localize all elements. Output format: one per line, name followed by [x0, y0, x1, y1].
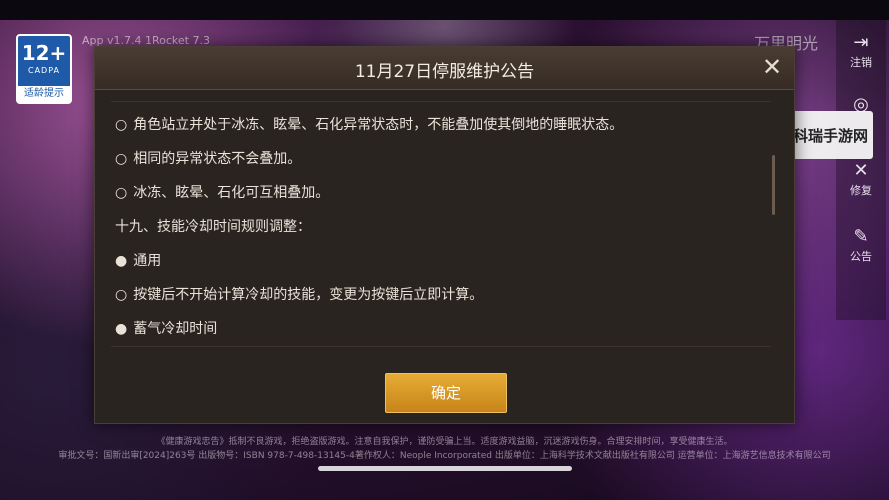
rating-org: CADPA	[27, 66, 60, 75]
status-bar	[0, 0, 889, 20]
age-tip: 适龄提示	[18, 86, 70, 102]
side-item-label: 注销	[850, 56, 872, 69]
dialog-header: 11月27日停服维护公告 ✕	[95, 47, 794, 90]
announcement-dialog: 11月27日停服维护公告 ✕ ○ 角色站立并处于冰冻、眩晕、石化异常状态时，不能叠…	[94, 46, 795, 424]
content-scrollbar[interactable]	[772, 155, 775, 215]
confirm-button[interactable]: 确定	[385, 373, 507, 413]
home-indicator[interactable]	[318, 466, 572, 471]
bullet-icon: ○	[115, 185, 128, 201]
announcement-line: ● 通用	[115, 250, 161, 270]
side-item-label: 修复	[850, 184, 872, 197]
bullet-icon: ○	[115, 287, 128, 303]
line-text: 冰冻、眩晕、石化可互相叠加。	[133, 185, 330, 201]
health-notice: 《健康游戏忠告》抵制不良游戏，拒绝盗版游戏。注意自我保护，谨防受骗上当。适度游戏…	[156, 437, 733, 447]
line-text: 十九、技能冷却时间规则调整：	[115, 219, 311, 235]
line-text: 通用	[133, 253, 162, 269]
line-text: 蓄气冷却时间	[133, 321, 218, 337]
close-icon: ✕	[761, 53, 783, 81]
line-text: 按键后不开始计算冷却的技能，变更为按键后立即计算。	[133, 287, 484, 303]
publication-info: 审批文号：国新出审[2024]263号 出版物号：ISBN 978-7-498-…	[58, 451, 831, 461]
announcement-line: ● 蓄气冷却时间	[115, 318, 217, 338]
announcement-line: ○ 角色站立并处于冰冻、眩晕、石化异常状态时，不能叠加使其倒地的睡眠状态。	[115, 114, 623, 134]
dialog-title: 11月27日停服维护公告	[354, 62, 535, 82]
close-button[interactable]: ✕	[758, 53, 786, 81]
side-item-announce[interactable]: ✎ 公告	[836, 226, 886, 264]
line-text: 角色站立并处于冰冻、眩晕、石化异常状态时，不能叠加使其倒地的睡眠状态。	[133, 117, 624, 133]
bullet-icon: ●	[115, 253, 128, 269]
age-rating: 12+	[21, 41, 67, 65]
age-rating-badge: 12+ CADPA 适龄提示	[16, 34, 72, 104]
announce-icon: ✎	[853, 226, 869, 247]
announcement-heading: 十九、技能冷却时间规则调整：	[115, 216, 311, 236]
bullet-icon: ○	[115, 117, 128, 133]
announcement-line: ○ 相同的异常状态不会叠加。	[115, 148, 301, 168]
logout-icon: ⇥	[853, 32, 869, 53]
side-menu: ⇥ 注销 ◎ ✕ 修复 ✎ 公告	[836, 20, 886, 320]
announcement-content[interactable]: ○ 角色站立并处于冰冻、眩晕、石化异常状态时，不能叠加使其倒地的睡眠状态。 ○ 相同…	[111, 101, 771, 347]
side-item-label: 公告	[850, 250, 872, 263]
side-item-repair[interactable]: ✕ 修复	[836, 160, 886, 198]
repair-icon: ✕	[853, 160, 869, 181]
announcement-line: ○ 冰冻、眩晕、石化可互相叠加。	[115, 182, 329, 202]
side-item-logout[interactable]: ⇥ 注销	[836, 32, 886, 70]
announcement-line: ○ 按键后不开始计算冷却的技能，变更为按键后立即计算。	[115, 284, 483, 304]
line-text: 相同的异常状态不会叠加。	[133, 151, 302, 167]
bullet-icon: ○	[115, 151, 128, 167]
bullet-icon: ●	[115, 321, 128, 337]
